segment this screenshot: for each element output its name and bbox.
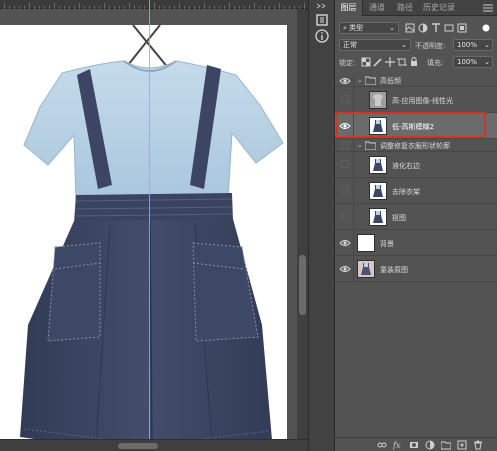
layer-name: 高-应用图像-线性光 xyxy=(392,97,454,105)
opacity-label: 不透明度: xyxy=(415,42,446,50)
layer-thumbnail xyxy=(369,182,387,200)
horizontal-scrollbar[interactable] xyxy=(0,439,308,451)
adjustment-icon[interactable] xyxy=(425,440,435,450)
layer-row[interactable]: 童装原图 xyxy=(335,256,497,282)
layer-name: 调整修复衣服形状轮廓 xyxy=(380,142,450,150)
info-icon[interactable] xyxy=(314,28,330,44)
selection-highlight-box xyxy=(336,112,486,138)
new-layer-icon[interactable] xyxy=(457,440,467,450)
fill-value: 100% xyxy=(457,58,478,66)
panel-icon-strip xyxy=(308,0,335,451)
layer-thumbnail xyxy=(369,91,387,109)
layer-thumb-image xyxy=(370,157,386,173)
filter-type-icon[interactable] xyxy=(431,23,441,33)
layer-name: 背景 xyxy=(380,240,394,248)
lock-label: 锁定: xyxy=(339,59,356,67)
layer-thumb-image xyxy=(370,92,386,108)
layer-thumbnail xyxy=(357,234,375,252)
layer-row[interactable]: 抠图 xyxy=(335,204,497,230)
layer-thumb-image xyxy=(358,261,374,277)
layer-group-row[interactable]: ⌄ 高低频 xyxy=(335,74,497,87)
layer-filter-value: 类型 xyxy=(349,24,364,32)
visibility-toggle-empty[interactable] xyxy=(341,160,349,168)
layer-thumbnail xyxy=(369,208,387,226)
vertical-scrollbar[interactable] xyxy=(297,9,308,439)
layer-name: 高低频 xyxy=(380,77,401,85)
blend-mode-value: 正常 xyxy=(343,41,357,49)
folder-icon[interactable] xyxy=(441,440,451,450)
tab-history[interactable]: 历史记录 xyxy=(419,0,459,16)
visibility-eye-icon[interactable] xyxy=(339,238,351,248)
blend-mode-select[interactable]: 正常 ⌄ xyxy=(339,39,411,51)
lock-artboard-icon[interactable] xyxy=(397,57,407,67)
layer-name: 去除衣架 xyxy=(392,188,420,196)
visibility-eye-icon[interactable] xyxy=(339,76,351,86)
history-icon[interactable] xyxy=(314,12,330,28)
folder-icon xyxy=(365,141,376,150)
layer-thumbnail xyxy=(357,260,375,278)
lock-transparent-pixels-icon[interactable] xyxy=(361,57,371,67)
horizontal-scroll-thumb[interactable] xyxy=(118,443,158,449)
svg-text:fx: fx xyxy=(393,441,401,450)
chevron-down-icon: ⌄ xyxy=(484,58,490,66)
layer-name: 液化右边 xyxy=(392,162,420,170)
visibility-toggle-empty[interactable] xyxy=(341,212,349,220)
opacity-value: 100% xyxy=(457,41,478,49)
link-icon[interactable] xyxy=(377,440,387,450)
filter-shape-icon[interactable] xyxy=(444,23,454,33)
layer-thumb-image xyxy=(370,183,386,199)
trash-icon[interactable] xyxy=(473,440,483,450)
visibility-eye-icon[interactable] xyxy=(339,264,351,274)
filter-toggle-icon[interactable] xyxy=(481,23,491,33)
panel-menu-icon[interactable] xyxy=(483,4,493,12)
tab-paths[interactable]: 路径 xyxy=(391,0,419,16)
layer-thumbnail xyxy=(369,156,387,174)
document-canvas[interactable] xyxy=(0,25,287,445)
layer-thumb-image xyxy=(370,209,386,225)
visibility-toggle-empty[interactable] xyxy=(341,141,349,149)
mask-icon[interactable] xyxy=(409,440,419,450)
tab-layers[interactable]: 图层 xyxy=(335,0,363,16)
top-ruler xyxy=(0,0,308,9)
fx-icon[interactable]: fx xyxy=(393,440,403,450)
folder-icon xyxy=(365,76,376,85)
filter-pixel-icon[interactable] xyxy=(405,23,415,33)
layer-name: 童装原图 xyxy=(380,266,408,274)
layer-group-row[interactable]: ⌄ 调整修复衣服形状轮廓 xyxy=(335,139,497,152)
toggle-panels-icon[interactable] xyxy=(314,2,330,10)
vertical-scroll-thumb[interactable] xyxy=(299,255,306,315)
filter-smart-object-icon[interactable] xyxy=(457,23,467,33)
chevron-down-icon: ⌄ xyxy=(484,41,490,49)
layers-bottom-toolbar: fx xyxy=(335,437,497,451)
layer-row[interactable]: 去除衣架 xyxy=(335,178,497,204)
opacity-input[interactable]: 100% ⌄ xyxy=(453,39,493,51)
vertical-guide-line[interactable] xyxy=(149,0,150,451)
layer-filter-select[interactable]: ⌕ 类型 ⌄ xyxy=(339,22,399,34)
layer-name: 抠图 xyxy=(392,214,406,222)
layer-row[interactable]: 液化右边 xyxy=(335,152,497,178)
layer-row[interactable]: 高-应用图像-线性光 xyxy=(335,87,497,113)
chevron-down-icon: ⌄ xyxy=(401,41,407,49)
chevron-down-icon: ⌄ xyxy=(389,24,395,32)
lock-all-icon[interactable] xyxy=(409,57,419,67)
visibility-toggle-empty[interactable] xyxy=(341,186,349,194)
chevron-expanded-icon[interactable]: ⌄ xyxy=(357,76,363,84)
lock-position-icon[interactable] xyxy=(385,57,395,67)
lock-image-pixels-icon[interactable] xyxy=(373,57,383,67)
layer-row[interactable]: 背景 xyxy=(335,230,497,256)
tab-channels[interactable]: 通道 xyxy=(363,0,391,16)
panel-tabs: 图层 通道 路径 历史记录 xyxy=(335,0,497,16)
fill-input[interactable]: 100% ⌄ xyxy=(453,56,493,68)
visibility-toggle-empty[interactable] xyxy=(341,95,349,103)
chevron-expanded-icon[interactable]: ⌄ xyxy=(357,141,363,149)
layers-panel: 图层 通道 路径 历史记录 ⌕ 类型 ⌄ 正常 ⌄ 不透明度: 100% ⌄ 锁定: … xyxy=(335,0,497,451)
dress-image xyxy=(20,25,284,445)
fill-label: 填充: xyxy=(427,59,444,67)
filter-adjustment-icon[interactable] xyxy=(418,23,428,33)
